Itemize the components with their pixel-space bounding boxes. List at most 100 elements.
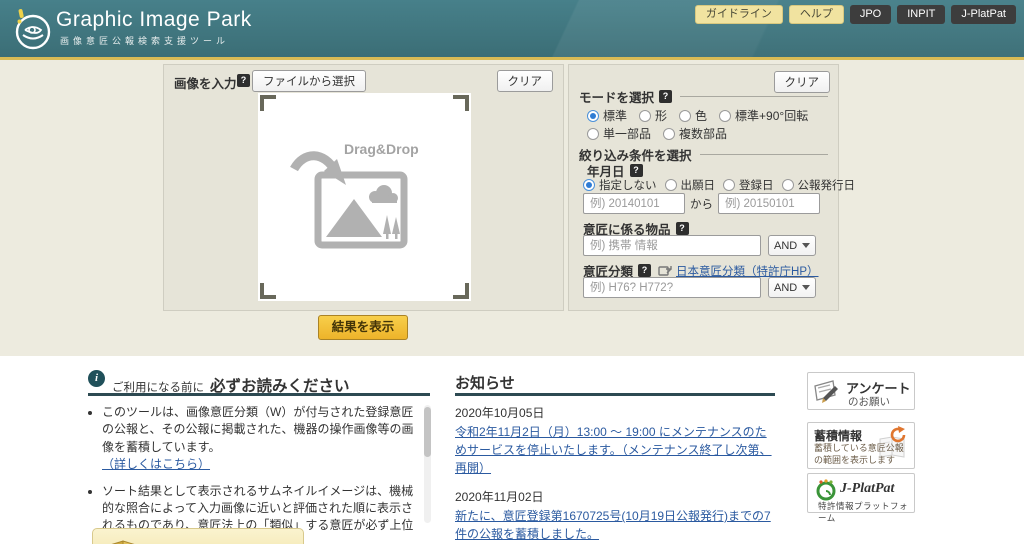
guideline-banner[interactable]: ガイドライン [92,528,304,544]
search-area: 画像を入力 ? ファイルから選択 クリア Drag&Drop 結果を表示 クリア… [0,60,1024,356]
survey-banner-subtitle: のお願い [848,396,890,408]
image-dropzone[interactable]: Drag&Drop [258,93,471,301]
news-date: 2020年11月02日 [455,490,544,504]
dropzone-corner-icon [453,95,469,111]
article-input-row: AND [583,235,830,256]
notice-detail-link[interactable]: （詳しくはこちら） [102,457,210,471]
dropzone-corner-icon [260,95,276,111]
radio-icon[interactable] [663,127,676,140]
search-conditions-panel: クリア モードを選択 ? 標準 形 色 標準+90°回転 単一部品 複数部品 絞… [568,64,855,311]
nav-inpit-button[interactable]: INPIT [897,5,946,24]
logo-icon [15,9,51,50]
app-header: Graphic Image Park 画像意匠公報検索支援ツール ガイドライン … [0,0,1024,57]
radio-icon[interactable] [781,179,794,191]
date-option-registration[interactable]: 登録日 [723,177,774,193]
image-input-panel: 画像を入力 ? ファイルから選択 クリア Drag&Drop [163,64,564,311]
news-link[interactable]: 令和2年11月2日（月）13:00 ～ 19:00 にメンテナンスのためサービス… [455,425,772,475]
nav-guideline-button[interactable]: ガイドライン [694,5,783,24]
news-title: お知らせ [455,375,515,392]
mode-label: モードを選択 [579,91,655,105]
help-icon[interactable]: ? [675,222,689,235]
date-option-publication[interactable]: 公報発行日 [781,177,855,193]
refresh-icon [890,426,906,443]
nav-help-button[interactable]: ヘルプ [788,5,844,24]
notice-item: このツールは、画像意匠分類（W）が付与された登録意匠の公報と、その公報に掲載され… [102,404,418,474]
radio-icon[interactable] [723,179,735,191]
nav-jplatpat-button[interactable]: J-PlatPat [951,5,1016,24]
stored-banner-title: 蓄積情報 [814,429,863,443]
stored-info-banner[interactable]: 蓄積情報 蓄積している意匠公報の範囲を表示します [807,422,915,469]
date-option-none[interactable]: 指定しない [583,177,657,193]
dropzone-corner-icon [260,283,276,299]
date-range-separator: から [690,198,713,211]
notice-title-rule [88,393,430,396]
radio-icon[interactable] [583,179,595,191]
dropzone-hint: Drag&Drop [288,141,438,256]
date-options-row: 指定しない 出願日 登録日 公報発行日 [583,177,855,193]
news-link[interactable]: 新たに、意匠登録第1670725号(10月19日公報発行)までの7件の公報を蓄積… [455,509,771,541]
mode-option-multi-part[interactable]: 複数部品 [663,125,727,142]
mode-options-row1: 標準 形 色 標準+90°回転 [587,107,830,124]
header-nav: ガイドライン ヘルプ JPO INPIT J-PlatPat [694,5,1016,24]
page-title: Graphic Image Park [56,8,252,31]
article-input[interactable] [583,235,761,256]
news-title-rule [455,393,775,396]
notice-list: このツールは、画像意匠分類（W）が付与された登録意匠の公報と、その公報に掲載され… [88,404,418,544]
notice-scrollbar-thumb[interactable] [424,407,431,457]
chevron-down-icon [802,243,810,248]
radio-icon[interactable] [587,109,599,122]
mode-options-row2: 単一部品 複数部品 [587,125,830,142]
date-from-input[interactable] [583,193,685,214]
radio-icon[interactable] [664,179,677,191]
radio-icon[interactable] [639,109,652,122]
mode-option-single-part[interactable]: 単一部品 [587,125,651,142]
article-operator-select[interactable]: AND [768,235,816,256]
chevron-down-icon [802,285,810,290]
section-rule [699,154,828,155]
classification-operator-select[interactable]: AND [768,277,816,298]
jplatpat-banner[interactable]: J-PlatPat 特許情報プラットフォーム [807,473,915,523]
select-file-button[interactable]: ファイルから選択 [252,70,366,92]
jplatpat-banner-subtitle: 特許情報プラットフォーム [818,501,909,523]
nav-jpo-button[interactable]: JPO [849,5,892,24]
graphic-image-park-page: Graphic Image Park 画像意匠公報検索支援ツール ガイドライン … [0,0,1024,544]
news-item: 2020年11月02日 新たに、意匠登録第1670725号(10月19日公報発行… [455,488,777,543]
date-range-row: から [583,193,830,214]
mode-option-standard-rotate[interactable]: 標準+90°回転 [719,107,808,124]
image-input-label: 画像を入力 [174,77,237,91]
mode-section-header: モードを選択 ? [579,87,828,106]
info-icon: i [88,370,105,387]
stored-banner-description: 蓄積している意匠公報の範囲を表示します [814,443,904,465]
jplatpat-logo-icon [816,479,836,501]
pencil-icon [814,380,838,403]
image-clear-button[interactable]: クリア [496,70,553,92]
news-item: 2020年10月05日 令和2年11月2日（月）13:00 ～ 19:00 にメ… [455,404,777,477]
external-link-icon [658,266,672,276]
mode-option-color[interactable]: 色 [679,107,707,124]
help-icon[interactable]: ? [659,90,673,103]
news-list: 2020年10月05日 令和2年11月2日（月）13:00 ～ 19:00 にメ… [455,404,777,544]
page-subtitle: 画像意匠公報検索支援ツール [60,36,230,46]
dropzone-text: Drag&Drop [344,141,419,157]
book-icon [111,540,135,544]
image-placeholder-icon [290,151,408,249]
date-option-application[interactable]: 出願日 [664,177,715,193]
jplatpat-banner-title: J-PlatPat [840,481,895,496]
show-results-button[interactable]: 結果を表示 [318,315,408,340]
survey-banner[interactable]: アンケート のお願い [807,372,915,410]
dropzone-corner-icon [453,283,469,299]
help-icon[interactable]: ? [237,74,250,87]
radio-icon[interactable] [587,127,599,140]
radio-icon[interactable] [679,109,692,122]
section-rule [680,96,828,97]
news-date: 2020年10月05日 [455,406,545,420]
radio-icon[interactable] [719,109,732,122]
mode-option-shape[interactable]: 形 [639,107,667,124]
guideline-banner-label: ガイドライン [149,539,245,544]
classification-input-row: AND [583,277,830,298]
help-icon[interactable]: ? [638,264,652,277]
mode-option-standard[interactable]: 標準 [587,107,627,124]
date-to-input[interactable] [718,193,820,214]
help-icon[interactable]: ? [629,164,643,177]
classification-input[interactable] [583,277,761,298]
